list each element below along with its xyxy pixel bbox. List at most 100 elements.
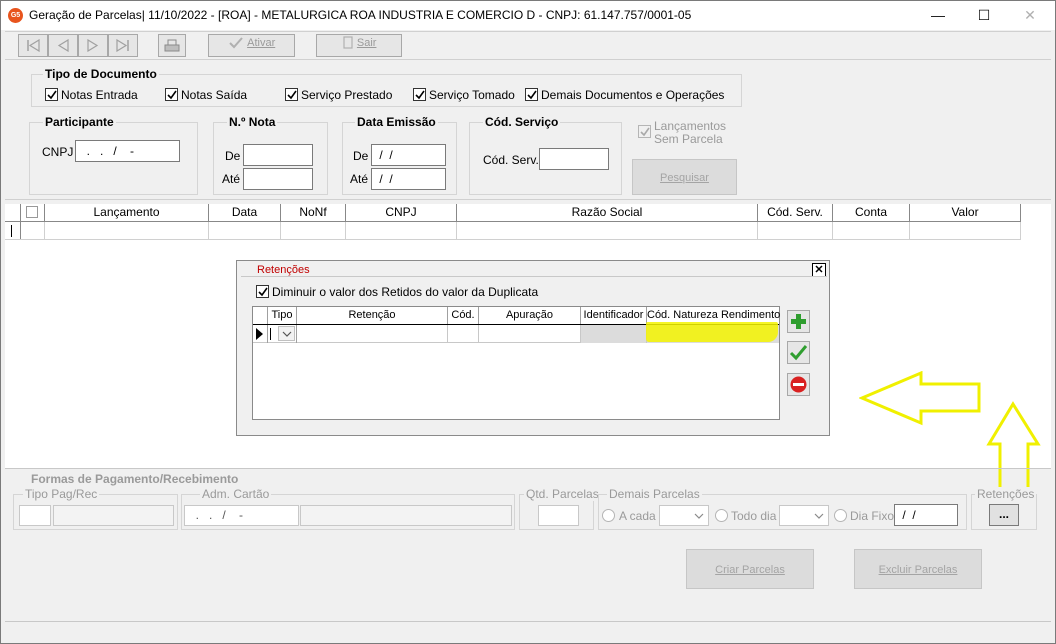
maximize-button[interactable]: ☐	[961, 1, 1007, 30]
previous-icon	[57, 38, 69, 53]
retencoes-open-button[interactable]: ...	[989, 504, 1019, 526]
ativar-button[interactable]: Ativar	[208, 34, 295, 57]
nota-ate-input[interactable]	[243, 168, 313, 190]
adm-cartao-cnpj-input[interactable]: . . / -	[184, 505, 299, 526]
formas-pagamento-title: Formas de Pagamento/Recebimento	[31, 472, 239, 486]
last-record-button[interactable]	[108, 34, 138, 57]
identificador-cell[interactable]	[581, 325, 647, 343]
toolbar-bottom-divider	[5, 59, 1051, 60]
cod-cell[interactable]	[448, 325, 479, 343]
check-icon	[415, 90, 425, 100]
col-apuracao[interactable]: Apuração	[479, 307, 581, 324]
notas-saida-checkbox[interactable]	[165, 88, 178, 101]
servico-prestado-checkbox[interactable]	[285, 88, 298, 101]
ativar-label: Ativar	[247, 37, 276, 49]
previous-record-button[interactable]	[48, 34, 78, 57]
nota-de-input[interactable]	[243, 144, 313, 166]
sair-label: Sair	[356, 37, 377, 49]
cod-serv-input[interactable]	[539, 148, 609, 170]
main-window: G5 Geração de Parcelas| 11/10/2022 - [RO…	[0, 0, 1056, 644]
todo-dia-radio[interactable]	[715, 509, 728, 522]
retencoes-close-button[interactable]: ✕	[812, 263, 826, 277]
diminuir-retidos-checkbox[interactable]	[256, 285, 269, 298]
col-valor[interactable]: Valor	[910, 204, 1021, 221]
printer-icon	[164, 39, 180, 52]
notas-saida-label: Notas Saída	[181, 88, 248, 102]
qtd-parcelas-input[interactable]	[538, 505, 579, 526]
data-de-label: De	[353, 149, 369, 163]
next-icon	[87, 38, 99, 53]
col-razao-social[interactable]: Razão Social	[457, 204, 758, 221]
cnpj-input[interactable]: . . / -	[75, 140, 180, 162]
data-ate-input[interactable]: / /	[371, 168, 446, 190]
data-emissao-title: Data Emissão	[355, 115, 438, 129]
toolbar-top-divider	[5, 31, 1051, 32]
excluir-parcelas-button[interactable]: Excluir Parcelas	[854, 549, 982, 589]
row-cell	[346, 222, 457, 239]
demais-documentos-checkbox[interactable]	[525, 88, 538, 101]
row-indicator	[5, 222, 21, 239]
check-icon	[287, 90, 297, 100]
dia-fixo-input[interactable]: / /	[894, 504, 958, 526]
col-identificador[interactable]: Identificador	[581, 307, 647, 324]
check-icon	[640, 127, 650, 137]
app-icon: G5	[8, 8, 23, 23]
table-row[interactable]	[5, 222, 1021, 240]
dia-fixo-radio[interactable]	[834, 509, 847, 522]
tipo-pag-rec-code-input[interactable]	[19, 505, 51, 526]
minus-circle-icon	[790, 376, 807, 393]
notas-entrada-label: Notas Entrada	[61, 88, 138, 102]
pesquisar-button[interactable]: Pesquisar	[632, 159, 737, 195]
lancamentos-sem-parcela-checkbox[interactable]	[638, 125, 651, 138]
minimize-button[interactable]: —	[915, 1, 961, 30]
retencao-cell[interactable]	[297, 325, 448, 343]
checkmark-icon	[789, 345, 808, 361]
close-window-button[interactable]: ✕	[1007, 1, 1053, 30]
criar-parcelas-button[interactable]: Criar Parcelas	[686, 549, 814, 589]
col-retencao[interactable]: Retenção	[297, 307, 448, 324]
first-record-button[interactable]	[18, 34, 48, 57]
main-grid-header: Lançamento Data NoNf CNPJ Razão Social C…	[5, 204, 1021, 222]
retencoes-title-divider	[241, 276, 827, 277]
qtd-parcelas-label: Qtd. Parcelas	[524, 487, 601, 501]
notas-entrada-checkbox[interactable]	[45, 88, 58, 101]
row-cursor-icon	[11, 225, 12, 237]
apuracao-cell[interactable]	[479, 325, 581, 343]
remove-retencao-button[interactable]	[787, 373, 810, 396]
next-record-button[interactable]	[78, 34, 108, 57]
col-cod-serv[interactable]: Cód. Serv.	[758, 204, 833, 221]
col-nonf[interactable]: NoNf	[281, 204, 346, 221]
participante-title: Participante	[43, 115, 116, 129]
a-cada-radio[interactable]	[602, 509, 615, 522]
sair-button[interactable]: Sair	[316, 34, 402, 57]
cod-serv-label: Cód. Serv.	[483, 153, 539, 167]
door-exit-icon	[342, 36, 353, 49]
col-lancamento[interactable]: Lançamento	[45, 204, 209, 221]
add-retencao-button[interactable]	[787, 310, 810, 333]
last-icon	[116, 38, 129, 53]
print-button[interactable]	[158, 34, 186, 57]
tipo-dropdown[interactable]	[268, 325, 297, 343]
adm-cartao-desc-input[interactable]	[300, 505, 512, 526]
col-tipo[interactable]: Tipo	[268, 307, 297, 324]
data-de-input[interactable]: / /	[371, 144, 446, 166]
a-cada-dropdown[interactable]	[659, 505, 709, 526]
chevron-down-icon	[814, 513, 824, 519]
row-cell	[281, 222, 346, 239]
col-cnpj[interactable]: CNPJ	[346, 204, 457, 221]
tipo-documento-title: Tipo de Documento	[43, 67, 159, 81]
confirm-retencao-button[interactable]	[787, 341, 810, 364]
nota-ate-label: Até	[222, 172, 241, 186]
select-all-checkbox[interactable]	[26, 206, 38, 218]
col-data[interactable]: Data	[209, 204, 281, 221]
row-cell	[833, 222, 910, 239]
a-cada-label: A cada	[619, 509, 656, 523]
col-cod[interactable]: Cód.	[448, 307, 479, 324]
todo-dia-dropdown[interactable]	[779, 505, 829, 526]
tipo-pag-rec-desc-input[interactable]	[53, 505, 174, 526]
col-conta[interactable]: Conta	[833, 204, 910, 221]
servico-tomado-checkbox[interactable]	[413, 88, 426, 101]
grid-top-divider	[5, 199, 1051, 200]
row-cell	[21, 222, 45, 239]
tipo-dropdown-arrow[interactable]	[278, 326, 295, 341]
